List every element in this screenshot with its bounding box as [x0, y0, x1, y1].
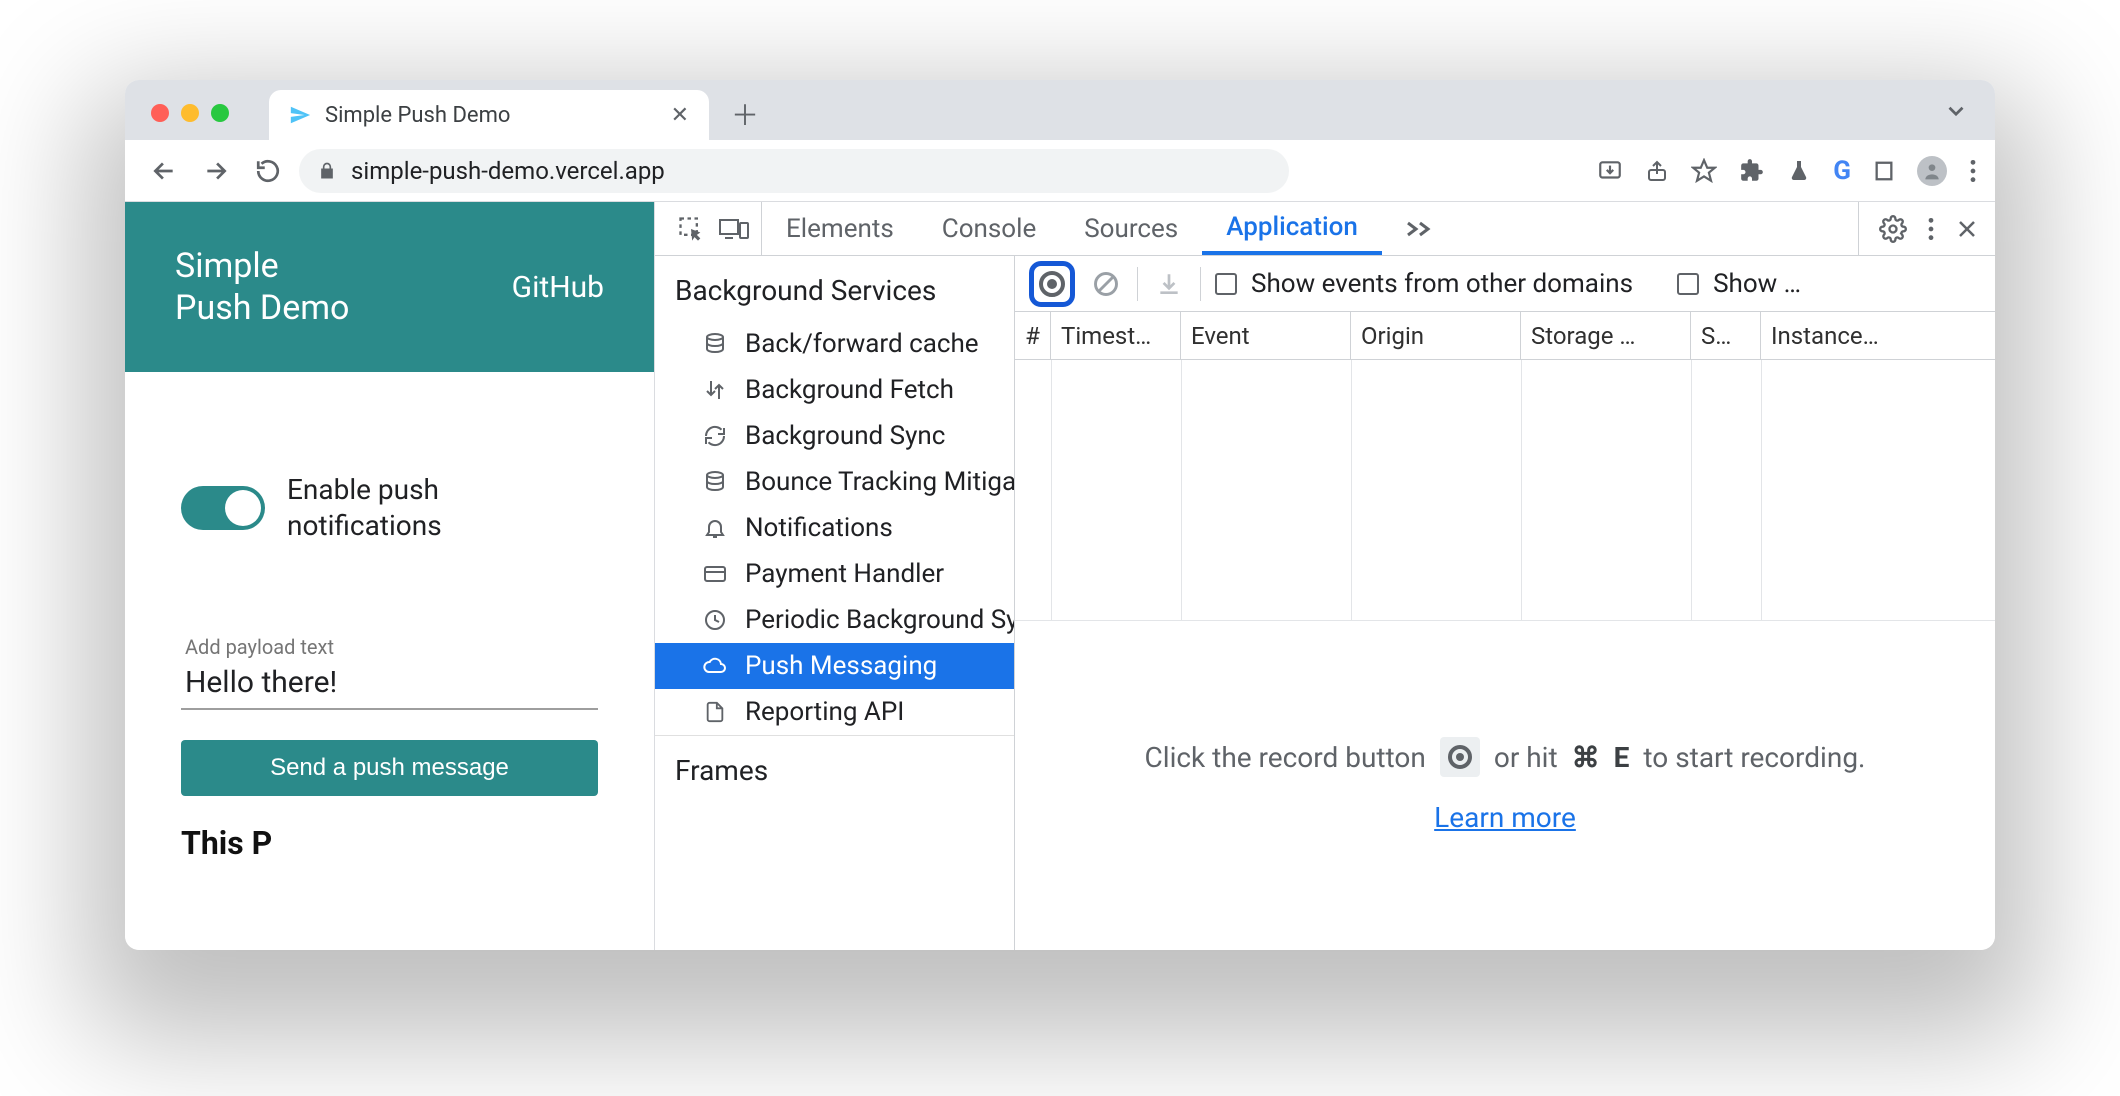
install-app-icon[interactable]	[1597, 158, 1623, 184]
empty-state: Click the record button or hit ⌘ E to st…	[1015, 620, 1995, 950]
record-button[interactable]	[1029, 261, 1075, 307]
sidebar-item-periodic-sync[interactable]: Periodic Background Sync	[655, 597, 1014, 643]
settings-gear-icon[interactable]	[1879, 215, 1907, 243]
sidebar-item-notifications[interactable]: Notifications	[655, 505, 1014, 551]
sidebar-item-push-messaging[interactable]: Push Messaging	[655, 643, 1014, 689]
device-toolbar-icon[interactable]	[719, 216, 749, 242]
lock-icon	[317, 161, 337, 181]
empty-text-2: or hit	[1494, 741, 1558, 774]
col-timestamp[interactable]: Timest…	[1051, 312, 1181, 359]
col-instance[interactable]: Instance…	[1761, 312, 1995, 359]
clear-button[interactable]	[1089, 267, 1123, 301]
devtools-panel: Elements Console Sources Application	[655, 202, 1995, 950]
events-table-body	[1015, 360, 1995, 620]
show-label-2: Show …	[1713, 269, 1801, 299]
show-other-domains-label: Show events from other domains	[1251, 269, 1633, 299]
truncated-heading: This P	[181, 824, 598, 862]
col-num[interactable]: #	[1015, 312, 1051, 359]
show-checkbox-2[interactable]	[1677, 273, 1699, 295]
close-tab-button[interactable]: ✕	[671, 103, 689, 128]
page-header: SimplePush Demo GitHub	[125, 202, 654, 372]
sidebar-item-background-fetch[interactable]: Background Fetch	[655, 367, 1014, 413]
learn-more-link[interactable]: Learn more	[1434, 801, 1576, 834]
page-title: SimplePush Demo	[175, 245, 349, 330]
devtools-menu-button[interactable]	[1927, 216, 1935, 242]
tab-strip: Simple Push Demo ✕ ＋	[125, 80, 1995, 140]
tab-application[interactable]: Application	[1202, 202, 1382, 255]
github-link[interactable]: GitHub	[512, 270, 604, 305]
database-icon	[701, 468, 729, 496]
col-event[interactable]: Event	[1181, 312, 1351, 359]
address-bar[interactable]: simple-push-demo.vercel.app	[299, 149, 1289, 193]
sidebar-section-background-services: Background Services	[655, 256, 1014, 321]
payload-placeholder: Add payload text	[185, 635, 594, 659]
clock-icon	[701, 606, 729, 634]
close-devtools-button[interactable]	[1955, 217, 1979, 241]
record-icon	[1440, 737, 1480, 777]
tab-elements[interactable]: Elements	[762, 202, 918, 255]
col-origin[interactable]: Origin	[1351, 312, 1521, 359]
transfer-arrows-icon	[701, 376, 729, 404]
sidebar-item-reporting-api[interactable]: Reporting API	[655, 689, 1014, 735]
maximize-window-button[interactable]	[211, 104, 229, 122]
web-page: SimplePush Demo GitHub Enable pushnotifi…	[125, 202, 655, 950]
enable-push-toggle[interactable]	[181, 486, 265, 530]
col-s[interactable]: S…	[1691, 312, 1761, 359]
col-storage[interactable]: Storage …	[1521, 312, 1691, 359]
push-toolbar: Show events from other domains Show …	[1015, 256, 1995, 312]
show-other-domains-checkbox[interactable]	[1215, 273, 1237, 295]
reading-list-icon[interactable]	[1873, 160, 1895, 182]
sync-icon	[701, 422, 729, 450]
shortcut-key: E	[1614, 741, 1630, 774]
browser-tab[interactable]: Simple Push Demo ✕	[269, 90, 709, 140]
bookmark-star-icon[interactable]	[1691, 158, 1717, 184]
tab-overflow-button[interactable]	[1382, 202, 1460, 255]
empty-text-1: Click the record button	[1145, 741, 1426, 774]
tab-console[interactable]: Console	[918, 202, 1060, 255]
payload-value: Hello there!	[185, 665, 594, 700]
application-sidebar: Background Services Back/forward cache B…	[655, 256, 1015, 950]
tab-sources[interactable]: Sources	[1060, 202, 1202, 255]
document-icon	[701, 698, 729, 726]
close-window-button[interactable]	[151, 104, 169, 122]
sidebar-section-frames: Frames	[655, 735, 1014, 801]
empty-text-3: to start recording.	[1643, 741, 1865, 774]
inspect-element-icon[interactable]	[677, 215, 705, 243]
tab-title: Simple Push Demo	[325, 103, 510, 128]
sidebar-item-background-sync[interactable]: Background Sync	[655, 413, 1014, 459]
sidebar-item-payment-handler[interactable]: Payment Handler	[655, 551, 1014, 597]
browser-window: Simple Push Demo ✕ ＋ simple	[125, 80, 1995, 950]
back-button[interactable]	[143, 150, 185, 192]
google-account-icon[interactable]: G	[1833, 156, 1851, 186]
sidebar-item-back-forward-cache[interactable]: Back/forward cache	[655, 321, 1014, 367]
minimize-window-button[interactable]	[181, 104, 199, 122]
credit-card-icon	[701, 560, 729, 588]
bell-icon	[701, 514, 729, 542]
browser-toolbar: simple-push-demo.vercel.app G	[125, 140, 1995, 202]
push-messaging-panel: Show events from other domains Show … # …	[1015, 256, 1995, 950]
payload-field[interactable]: Add payload text Hello there!	[181, 625, 598, 710]
devtools-tab-bar: Elements Console Sources Application	[655, 202, 1995, 256]
reload-button[interactable]	[247, 150, 289, 192]
events-table-header: # Timest… Event Origin Storage … S… Inst…	[1015, 312, 1995, 360]
extensions-puzzle-icon[interactable]	[1739, 158, 1765, 184]
window-controls	[145, 104, 269, 140]
profile-avatar[interactable]	[1917, 156, 1947, 186]
shortcut-modifier: ⌘	[1572, 741, 1600, 774]
download-button[interactable]	[1152, 267, 1186, 301]
tab-overflow-button[interactable]	[1943, 98, 1969, 124]
tab-favicon-icon	[289, 104, 311, 126]
sidebar-item-bounce-tracking[interactable]: Bounce Tracking Mitigations	[655, 459, 1014, 505]
toggle-label: Enable pushnotifications	[287, 472, 442, 545]
share-icon[interactable]	[1645, 159, 1669, 183]
chrome-menu-button[interactable]	[1969, 158, 1977, 184]
database-icon	[701, 330, 729, 358]
new-tab-button[interactable]: ＋	[723, 92, 767, 136]
url-text: simple-push-demo.vercel.app	[351, 157, 665, 185]
labs-flask-icon[interactable]	[1787, 159, 1811, 183]
send-push-button[interactable]: Send a push message	[181, 740, 598, 796]
forward-button[interactable]	[195, 150, 237, 192]
cloud-icon	[701, 652, 729, 680]
